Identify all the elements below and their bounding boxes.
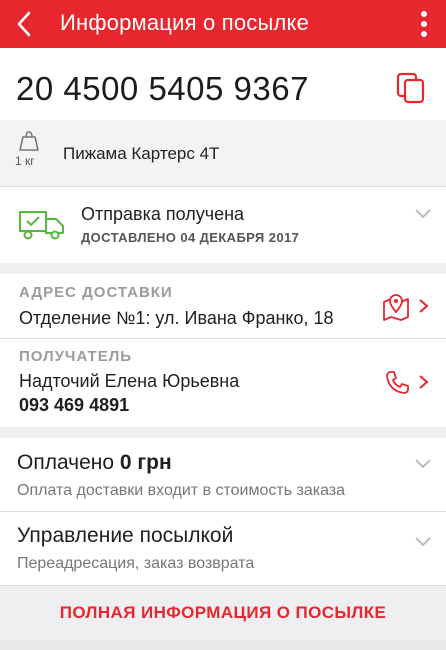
recipient-name: Надточий Елена Юрьевна: [19, 371, 240, 391]
copy-icon[interactable]: [396, 72, 426, 104]
manage-parcel-section[interactable]: Управление посылкой Переадресация, заказ…: [0, 512, 446, 586]
chevron-right-icon[interactable]: [418, 298, 430, 314]
page-title: Информация о посылке: [60, 10, 310, 35]
recipient-label: ПОЛУЧАТЕЛЬ: [19, 348, 133, 365]
delivery-truck-icon: [19, 211, 64, 240]
address-value: Отделение №1: ул. Ивана Франко, 18: [19, 308, 334, 328]
tracking-number: 20 4500 5405 9367: [16, 70, 309, 107]
delivery-status[interactable]: Отправка получена ДОСТАВЛЕНО 04 ДЕКАБРЯ …: [0, 187, 446, 263]
delivery-address[interactable]: АДРЕС ДОСТАВКИ Отделение №1: ул. Ивана Ф…: [0, 274, 446, 338]
package-weight: 1 кг: [15, 154, 35, 168]
chevron-left-icon: [17, 11, 31, 37]
product-name: Пижама Картерс 4Т: [63, 144, 220, 163]
app-header: Информация о посылке: [0, 0, 446, 48]
payment-section[interactable]: Оплачено 0 грн Оплата доставки входит в …: [0, 438, 446, 511]
manage-subtitle: Переадресация, заказ возврата: [17, 555, 255, 572]
manage-title: Управление посылкой: [17, 524, 234, 547]
payment-amount: 0 грн: [119, 451, 172, 474]
payment-title: Оплачено 0 грн: [17, 451, 172, 475]
status-date: ДОСТАВЛЕНО 04 ДЕКАБРЯ 2017: [81, 230, 300, 245]
recipient-section[interactable]: ПОЛУЧАТЕЛЬ Надточий Елена Юрьевна 093 46…: [0, 339, 446, 427]
chevron-down-icon[interactable]: [414, 536, 432, 548]
map-pin-icon[interactable]: [381, 292, 411, 322]
phone-icon[interactable]: [385, 369, 411, 395]
payment-subtitle: Оплата доставки входит в стоимость заказ…: [17, 482, 346, 499]
chevron-down-icon[interactable]: [414, 458, 432, 470]
chevron-down-icon[interactable]: [414, 208, 432, 220]
more-menu-button[interactable]: [410, 6, 438, 42]
back-button[interactable]: [6, 6, 42, 42]
bottom-strip: [0, 640, 446, 650]
status-title: Отправка получена: [81, 204, 245, 224]
tracking-section: 20 4500 5405 9367: [0, 48, 446, 120]
address-label: АДРЕС ДОСТАВКИ: [19, 284, 173, 301]
recipient-phone: 093 469 4891: [19, 395, 130, 415]
weight-icon: [19, 131, 39, 151]
payment-title-prefix: Оплачено: [17, 451, 115, 474]
more-vertical-icon: [421, 11, 427, 37]
chevron-right-icon[interactable]: [418, 374, 430, 390]
full-info-button[interactable]: ПОЛНАЯ ИНФОРМАЦИЯ О ПОСЫЛКЕ: [0, 586, 446, 640]
product-section: 1 кг Пижама Картерс 4Т: [0, 120, 446, 186]
